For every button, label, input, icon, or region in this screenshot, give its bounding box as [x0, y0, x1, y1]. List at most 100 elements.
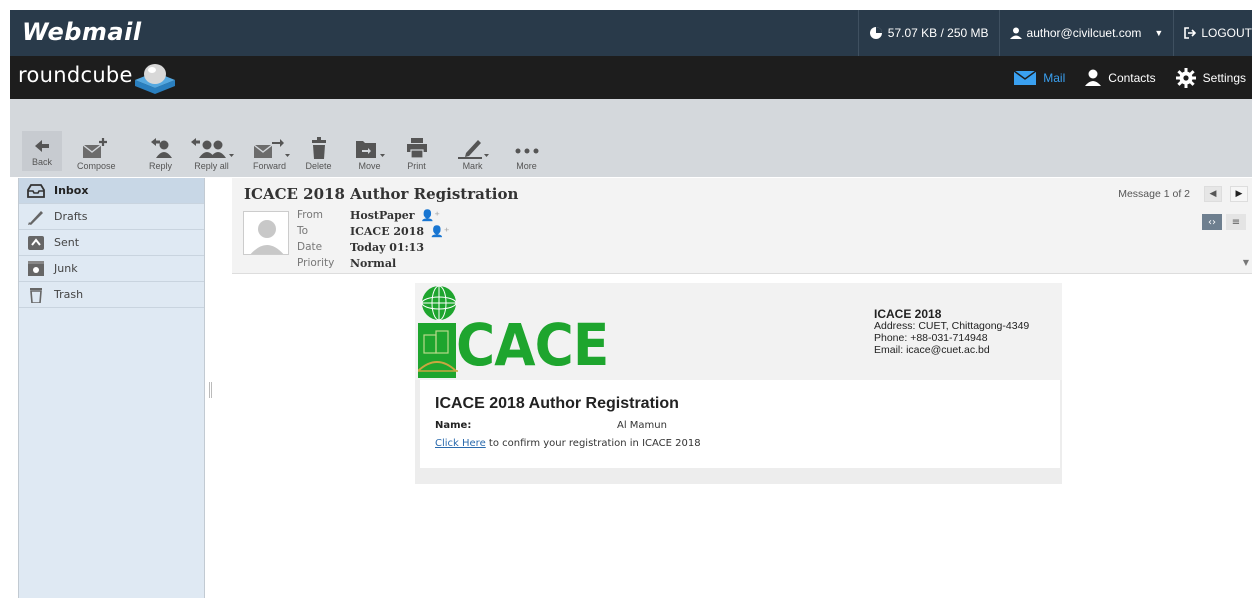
roundcube-header: roundcube Mail Contacts Settings — [10, 56, 1252, 99]
folder-trash-label: Trash — [54, 288, 84, 301]
message-header: ICACE 2018 Author Registration From Host… — [232, 178, 1252, 274]
header-from-row: From HostPaper 👤⁺ — [297, 207, 450, 223]
to-label: To — [297, 225, 309, 237]
person-silhouette-icon — [250, 220, 284, 254]
user-menu[interactable]: author@civilcuet.com ▼ — [998, 10, 1174, 56]
trash-folder-icon — [30, 287, 42, 303]
more-label: More — [516, 161, 537, 171]
drafts-icon — [28, 210, 43, 225]
mark-pen-icon — [457, 140, 489, 159]
toolbar-area: Back Compose Reply Reply all Forward Del… — [10, 99, 1252, 177]
back-button[interactable]: Back — [22, 131, 63, 171]
move-label: Move — [358, 161, 381, 171]
inbox-icon — [27, 183, 45, 198]
reply-label: Reply — [149, 161, 173, 171]
expand-header-icon[interactable]: ▼ — [1243, 258, 1249, 267]
header-fields: From HostPaper 👤⁺ To ICACE 2018 👤⁺ Date To… — [297, 207, 450, 271]
name-label: Name: — [435, 420, 472, 431]
user-icon — [1009, 27, 1022, 39]
email-content: ICACE 2018 Author Registration Name: Al M… — [420, 380, 1060, 468]
from-value[interactable]: HostPaper — [350, 209, 415, 222]
reply-button[interactable]: Reply — [143, 137, 179, 171]
pie-chart-icon — [869, 27, 882, 39]
nav-contacts[interactable]: Contacts — [1085, 69, 1156, 86]
icace-logo-text: CACE — [456, 311, 609, 379]
contacts-icon — [1085, 69, 1102, 86]
trash-icon — [311, 137, 326, 159]
name-value: Al Mamun — [617, 420, 667, 431]
to-value[interactable]: ICACE 2018 — [350, 225, 424, 238]
add-contact-icon[interactable]: 👤⁺ — [421, 209, 441, 222]
move-folder-icon — [355, 141, 385, 158]
folder-inbox[interactable]: Inbox — [19, 178, 204, 204]
arrow-left-icon — [35, 140, 49, 152]
reply-all-label: Reply all — [194, 161, 229, 171]
folder-sent-label: Sent — [54, 236, 80, 249]
plain-view-button[interactable]: ≡ — [1226, 214, 1246, 230]
name-row: Name: Al Mamun — [435, 420, 667, 431]
forward-label: Forward — [253, 161, 287, 171]
folder-inbox-label: Inbox — [54, 184, 89, 197]
compose-label: Compose — [77, 161, 116, 171]
more-button[interactable]: More — [509, 137, 545, 171]
print-button[interactable]: Print — [401, 137, 433, 171]
header-to-row: To ICACE 2018 👤⁺ — [297, 223, 450, 239]
mark-label: Mark — [462, 161, 483, 171]
forward-button[interactable]: Forward — [245, 137, 295, 171]
message-subject: ICACE 2018 Author Registration — [244, 185, 519, 203]
splitter-grip-icon[interactable] — [209, 382, 212, 398]
mark-button[interactable]: Mark — [451, 137, 495, 171]
next-message-button[interactable]: ▶ — [1230, 186, 1248, 202]
reply-all-button[interactable]: Reply all — [185, 137, 239, 171]
folder-junk[interactable]: Junk — [19, 256, 204, 282]
mail-icon — [1014, 70, 1037, 85]
caret-down-icon: ▼ — [1154, 28, 1164, 38]
confirm-text: to confirm your registration in ICACE 20… — [485, 438, 701, 449]
folder-drafts[interactable]: Drafts — [19, 204, 204, 230]
delete-button[interactable]: Delete — [301, 137, 337, 171]
confirm-link[interactable]: Click Here — [435, 438, 486, 449]
nav-mail[interactable]: Mail — [1014, 70, 1066, 85]
priority-value: Normal — [350, 256, 397, 270]
org-contact-block: ICACE 2018 Address: CUET, Chittagong-434… — [874, 308, 1029, 356]
compose-button[interactable]: Compose — [72, 137, 121, 171]
header-date-row: Date Today 01:13 — [297, 239, 450, 255]
more-dots-icon — [515, 148, 539, 154]
header-priority-row: Priority Normal — [297, 255, 450, 271]
nav-contacts-label: Contacts — [1108, 70, 1156, 85]
print-icon — [406, 138, 427, 159]
forward-icon — [253, 139, 290, 158]
email-body: CACE ICACE 2018 Address: CUET, Chittagon… — [415, 283, 1062, 484]
folder-junk-label: Junk — [54, 262, 78, 275]
org-email: Email: icace@cuet.ac.bd — [874, 344, 990, 356]
message-counter: Message 1 of 2 — [1118, 188, 1190, 200]
add-contact-icon[interactable]: 👤⁺ — [430, 225, 450, 238]
confirm-line: Click Here to confirm your registration … — [435, 438, 701, 449]
folder-drafts-label: Drafts — [54, 210, 88, 223]
org-address: Address: CUET, Chittagong-4349 — [874, 320, 1030, 332]
folder-sent[interactable]: Sent — [19, 230, 204, 256]
sender-avatar — [243, 211, 289, 255]
nav-settings[interactable]: Settings — [1175, 67, 1246, 88]
quota-indicator: 57.07 KB / 250 MB — [857, 10, 999, 56]
date-value: Today 01:13 — [350, 240, 424, 254]
move-button[interactable]: Move — [349, 137, 391, 171]
from-label: From — [297, 209, 324, 221]
nav-mail-label: Mail — [1043, 70, 1066, 85]
org-name: ICACE 2018 — [874, 307, 942, 321]
roundcube-logo-text: roundcube — [18, 63, 133, 87]
chevron-right-icon: ▶ — [1235, 189, 1243, 199]
folder-trash[interactable]: Trash — [19, 282, 204, 308]
prev-message-button[interactable]: ◀ — [1204, 186, 1222, 202]
lines-icon: ≡ — [1231, 216, 1241, 228]
message-toolbar: Back Compose Reply Reply all Forward Del… — [22, 131, 545, 171]
main-nav: Mail Contacts Settings — [1014, 56, 1246, 99]
quota-text: 57.07 KB / 250 MB — [887, 26, 989, 40]
junk-icon — [28, 260, 44, 276]
webmail-brand[interactable]: Webmail — [22, 18, 142, 46]
webmail-topbar: Webmail 57.07 KB / 250 MB author@civilcu… — [10, 10, 1252, 56]
html-view-button[interactable]: ‹› — [1202, 214, 1222, 230]
logout-button[interactable]: LOGOUT — [1173, 10, 1252, 56]
settings-gear-icon — [1175, 67, 1196, 88]
user-email: author@civilcuet.com — [1026, 26, 1142, 40]
